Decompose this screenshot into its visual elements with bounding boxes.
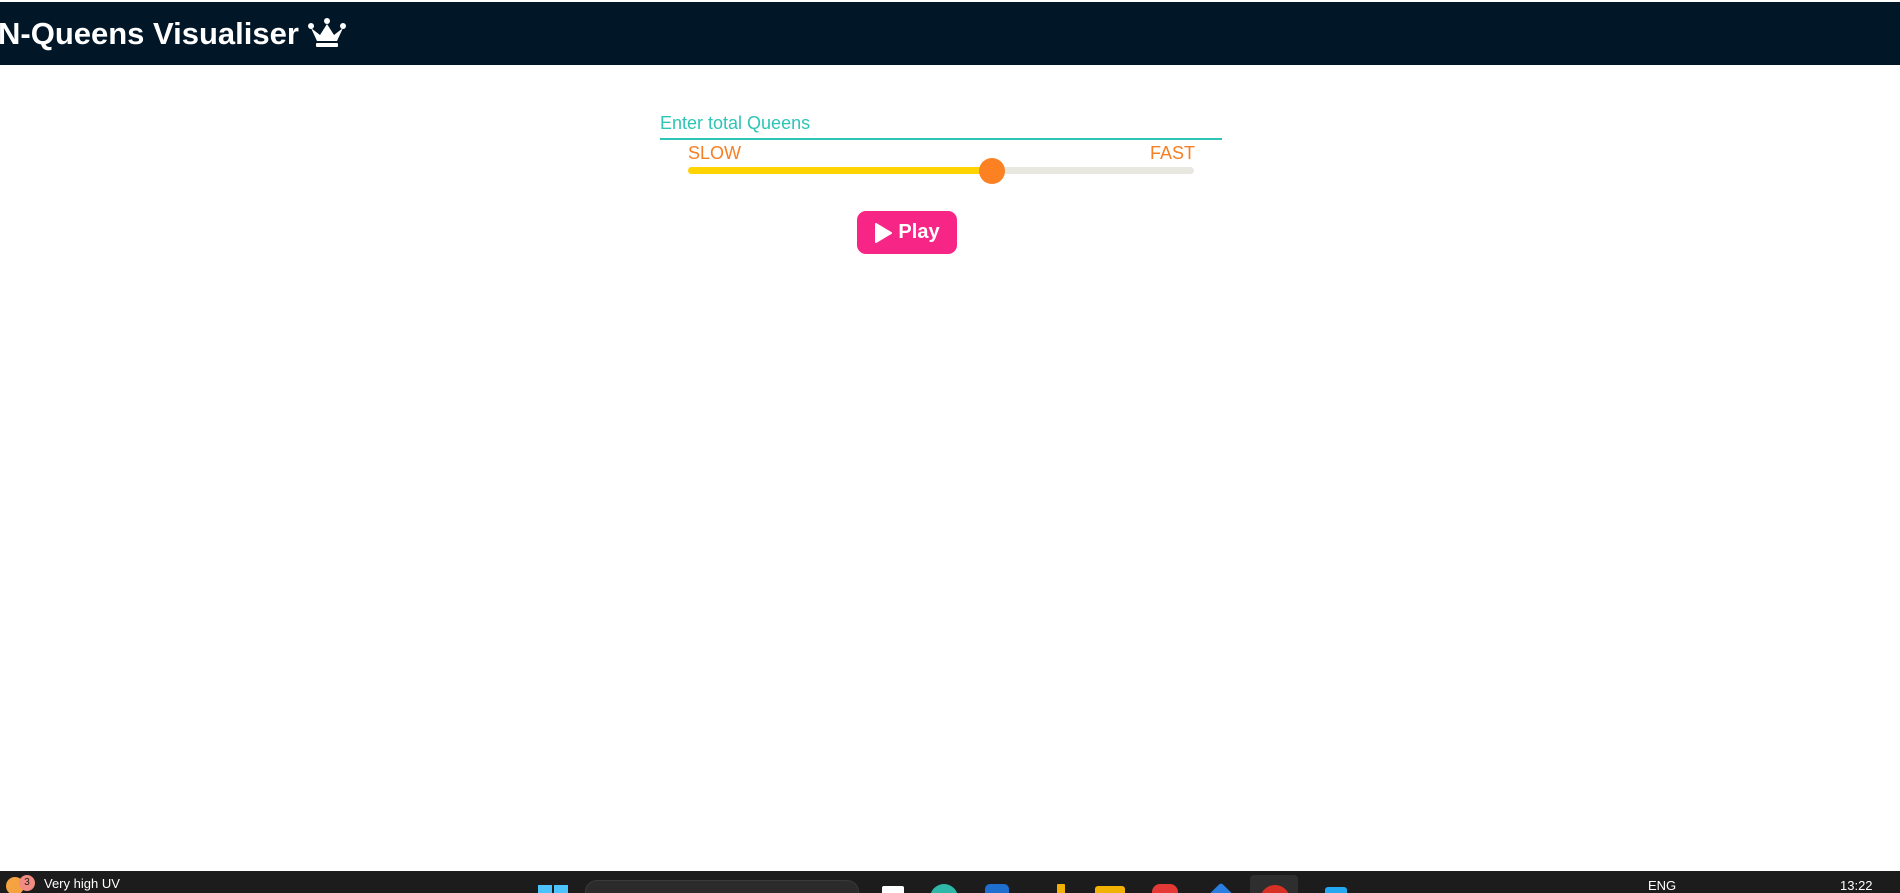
taskbar-search-box[interactable] <box>585 880 859 893</box>
speed-fast-label: FAST <box>1150 143 1196 163</box>
store-icon[interactable] <box>985 884 1009 893</box>
weather-icon: 3 <box>6 875 35 893</box>
play-icon <box>874 222 893 243</box>
crown-icon <box>307 17 347 51</box>
speed-slider-thumb[interactable] <box>979 158 1005 184</box>
edge-icon[interactable] <box>930 884 958 893</box>
weather-badge: 3 <box>19 875 35 891</box>
queens-count-input[interactable] <box>660 108 1222 140</box>
app-header: N-Queens Visualiser <box>0 2 1900 65</box>
app-title-text: N-Queens Visualiser <box>0 15 299 51</box>
play-button[interactable]: Play <box>857 211 957 254</box>
taskbar: 3 Very high UV ENG 13:22 <box>0 871 1900 893</box>
vscode-icon[interactable] <box>1325 887 1347 893</box>
clock[interactable]: 13:22 <box>1840 878 1873 893</box>
app-icon[interactable] <box>1205 882 1237 893</box>
taskbar-weather[interactable]: 3 Very high UV <box>6 875 120 893</box>
app-icon[interactable] <box>1152 884 1178 893</box>
app-icon[interactable] <box>1057 884 1065 893</box>
start-icon[interactable] <box>538 885 568 893</box>
weather-text: Very high UV <box>44 876 120 891</box>
folder-icon[interactable] <box>1095 886 1125 893</box>
speed-slider-fill <box>688 167 992 174</box>
speed-slider[interactable] <box>688 158 1194 184</box>
app-title: N-Queens Visualiser <box>0 16 347 52</box>
language-indicator[interactable]: ENG <box>1648 878 1676 893</box>
play-button-label: Play <box>898 221 940 243</box>
speed-slow-label: SLOW <box>688 143 742 163</box>
file-explorer-icon[interactable] <box>882 886 904 893</box>
